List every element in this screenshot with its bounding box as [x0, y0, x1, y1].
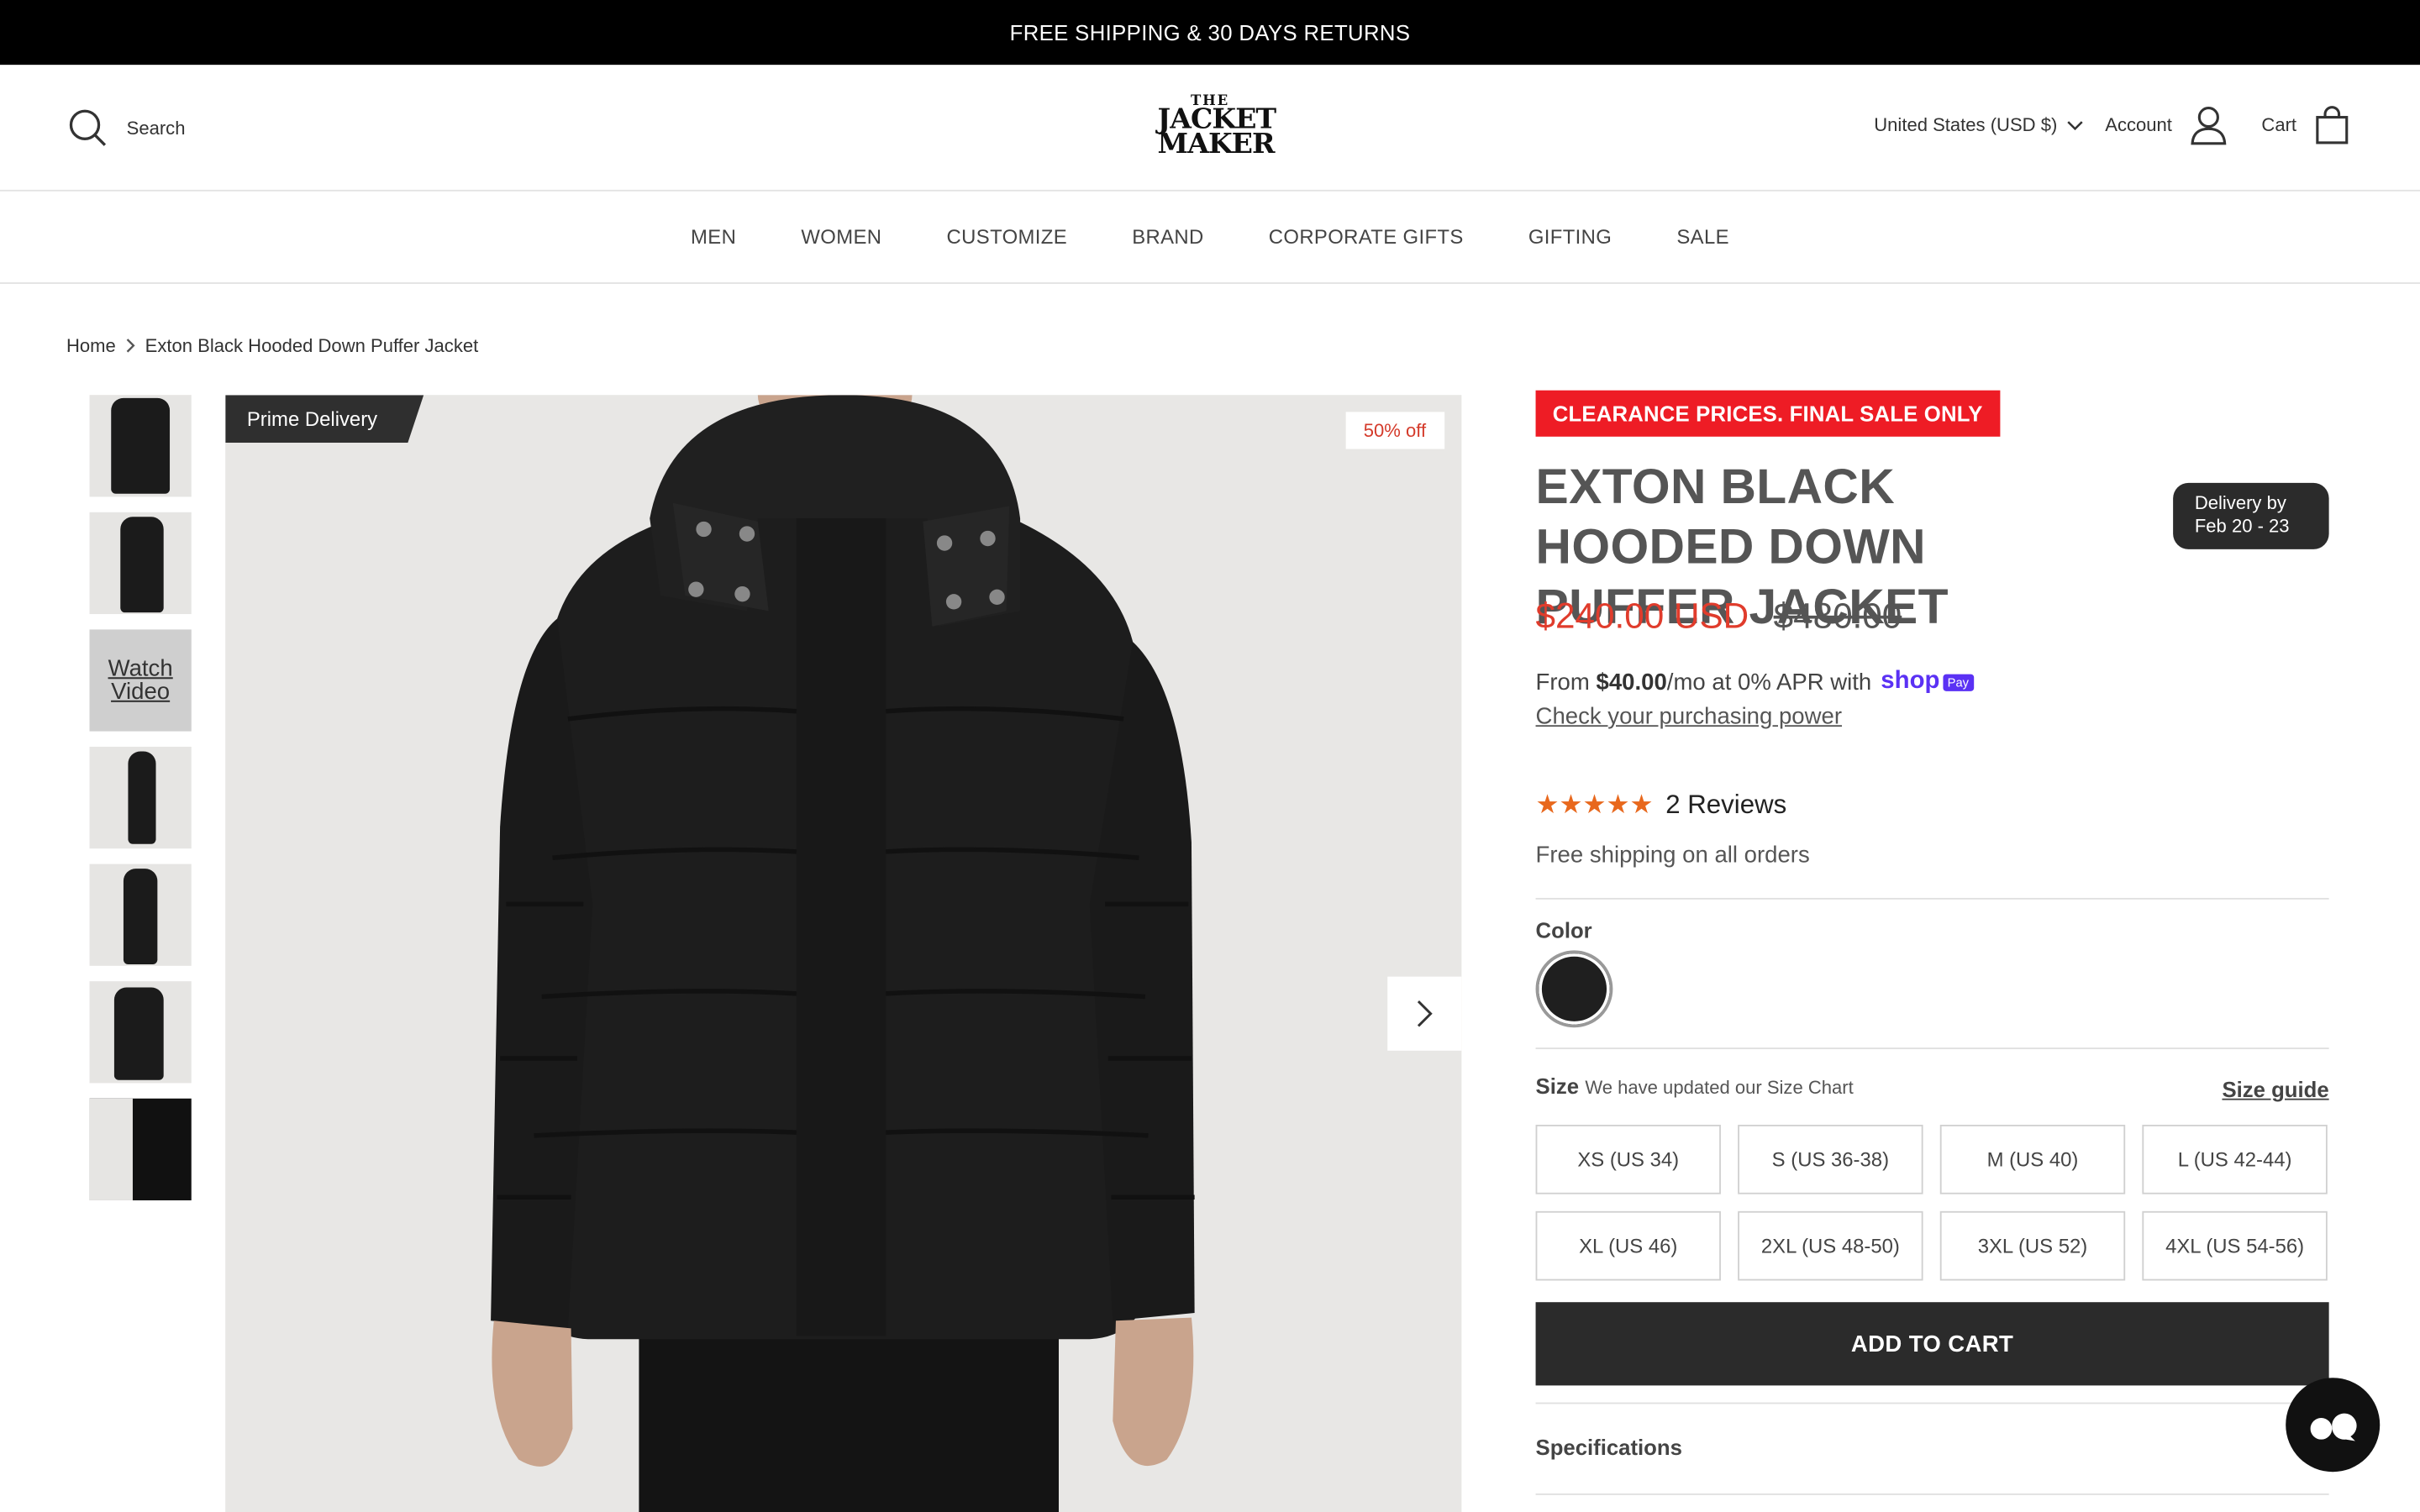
nav-sale[interactable]: SALE	[1676, 225, 1729, 249]
shoppay-logo: shop Pay	[1881, 668, 1974, 696]
announcement-text: FREE SHIPPING & 30 DAYS RETURNS	[1009, 19, 1411, 45]
divider	[1535, 1493, 2329, 1495]
user-icon	[2191, 107, 2227, 145]
shoppay-pay-tag: Pay	[1943, 673, 1974, 690]
prime-delivery-label: Prime Delivery	[246, 407, 378, 431]
shoppay-suffix: /mo at 0% APR with	[1666, 669, 1872, 696]
country-label: United States (USD $)	[1874, 113, 2058, 136]
shoppay-brand: shop	[1881, 668, 1940, 695]
size-guide-link[interactable]: Size guide	[2222, 1077, 2328, 1101]
cart-label: Cart	[2261, 113, 2297, 136]
size-option-4xl[interactable]: 4XL (US 54-56)	[2142, 1210, 2328, 1281]
free-shipping-note: Free shipping on all orders	[1535, 842, 1810, 869]
account-label: Account	[2105, 113, 2172, 136]
divider	[1535, 1047, 2329, 1049]
color-label: Color	[1535, 917, 1592, 943]
size-option-xs[interactable]: XS (US 34)	[1535, 1124, 1721, 1194]
divider	[1535, 1402, 2329, 1404]
watch-video-thumbnail[interactable]: Watch Video	[89, 629, 192, 732]
size-chart-note: We have updated our Size Chart	[1585, 1077, 1854, 1099]
size-label-text: Size	[1535, 1074, 1580, 1099]
delivery-estimate-badge: Delivery by Feb 20 - 23	[2173, 482, 2329, 549]
size-options: XS (US 34) S (US 36-38) M (US 40) L (US …	[1535, 1124, 2329, 1281]
country-selector[interactable]: United States (USD $)	[1874, 114, 2083, 136]
thumbnail-hood-side[interactable]	[89, 981, 192, 1084]
thumbnail-front[interactable]	[89, 395, 192, 497]
size-option-s[interactable]: S (US 36-38)	[1738, 1124, 1923, 1194]
watch-video-label: Watch Video	[108, 655, 173, 706]
delivery-line-2: Feb 20 - 23	[2194, 515, 2290, 538]
rating-summary: ★★★★★ 2 Reviews	[1536, 790, 1787, 821]
size-option-m[interactable]: M (US 40)	[1939, 1124, 2126, 1194]
breadcrumb: Home Exton Black Hooded Down Puffer Jack…	[66, 335, 478, 357]
nav-men[interactable]: MEN	[691, 225, 736, 249]
breadcrumb-current: Exton Black Hooded Down Puffer Jacket	[145, 334, 479, 357]
thumbnail-list: Watch Video	[89, 395, 192, 1215]
delivery-line-1: Delivery by	[2194, 491, 2286, 514]
discount-label: 50% off	[1363, 419, 1427, 442]
clearance-text: CLEARANCE PRICES. FINAL SALE ONLY	[1552, 401, 1983, 426]
search-label: Search	[126, 117, 186, 139]
account-link[interactable]: Account	[2105, 105, 2228, 145]
nav-women[interactable]: WOMEN	[801, 225, 881, 249]
breadcrumb-home[interactable]: Home	[66, 335, 116, 357]
shoppay-amount: $40.00	[1596, 669, 1667, 696]
site-logo[interactable]: THE JACKET MAKER	[1157, 95, 1277, 161]
reviews-link[interactable]: 2 Reviews	[1665, 790, 1786, 821]
search-button[interactable]: Search	[68, 108, 186, 149]
divider	[1535, 897, 2329, 900]
clearance-banner: CLEARANCE PRICES. FINAL SALE ONLY	[1535, 390, 2000, 437]
nav-brand[interactable]: BRAND	[1132, 225, 1203, 249]
chat-icon	[2309, 1412, 2356, 1441]
compare-price: $480.00	[1773, 595, 1902, 636]
thumbnail-full-body[interactable]	[89, 864, 192, 966]
sale-price: $240.00 USD	[1535, 595, 1749, 636]
thumbnail-hood[interactable]	[89, 746, 192, 849]
cart-link[interactable]: Cart	[2261, 105, 2349, 145]
search-icon	[69, 109, 107, 146]
discount-badge: 50% off	[1344, 412, 1445, 449]
thumbnail-side[interactable]	[89, 512, 192, 615]
site-header: Search THE JACKET MAKER United States (U…	[0, 65, 2420, 192]
chat-button[interactable]	[2286, 1378, 2381, 1473]
nav-customize[interactable]: CUSTOMIZE	[947, 225, 1067, 249]
logo-line-3: MAKER	[1157, 128, 1276, 161]
chevron-right-icon	[1417, 1000, 1433, 1027]
specifications-toggle[interactable]: Specifications	[1536, 1435, 1682, 1459]
jacket-illustration	[491, 395, 1195, 1512]
size-option-l[interactable]: L (US 42-44)	[2142, 1124, 2328, 1194]
chevron-down-icon	[2067, 120, 2083, 130]
nav-gifting[interactable]: GIFTING	[1528, 225, 1612, 249]
main-product-image[interactable]: Prime Delivery 50% off	[225, 395, 1462, 1512]
chevron-right-icon	[126, 339, 135, 353]
next-image-button[interactable]	[1387, 976, 1462, 1051]
rating-stars: ★★★★★	[1535, 790, 1654, 820]
prime-delivery-badge: Prime Delivery	[225, 395, 424, 444]
add-to-cart-button[interactable]: ADD TO CART	[1535, 1302, 2329, 1386]
price-block: $240.00 USD $480.00	[1536, 596, 1902, 638]
shoppay-installments: From $40.00/mo at 0% APR with shop Pay	[1536, 668, 1974, 696]
size-option-2xl[interactable]: 2XL (US 48-50)	[1738, 1210, 1923, 1281]
color-swatch-black[interactable]	[1535, 950, 1613, 1028]
purchasing-power-link[interactable]: Check your purchasing power	[1536, 704, 1842, 730]
nav-corporate-gifts[interactable]: CORPORATE GIFTS	[1269, 225, 1464, 249]
thumbnail-closeup[interactable]	[89, 1098, 192, 1200]
size-option-3xl[interactable]: 3XL (US 52)	[1939, 1210, 2126, 1281]
announcement-bar: FREE SHIPPING & 30 DAYS RETURNS	[0, 0, 2420, 66]
main-nav: MEN WOMEN CUSTOMIZE BRAND CORPORATE GIFT…	[0, 192, 2420, 284]
shoppay-prefix: From	[1535, 669, 1597, 696]
size-label: Size We have updated our Size Chart	[1536, 1074, 1854, 1098]
size-option-xl[interactable]: XL (US 46)	[1535, 1210, 1721, 1281]
shopping-bag-icon	[2316, 106, 2349, 144]
